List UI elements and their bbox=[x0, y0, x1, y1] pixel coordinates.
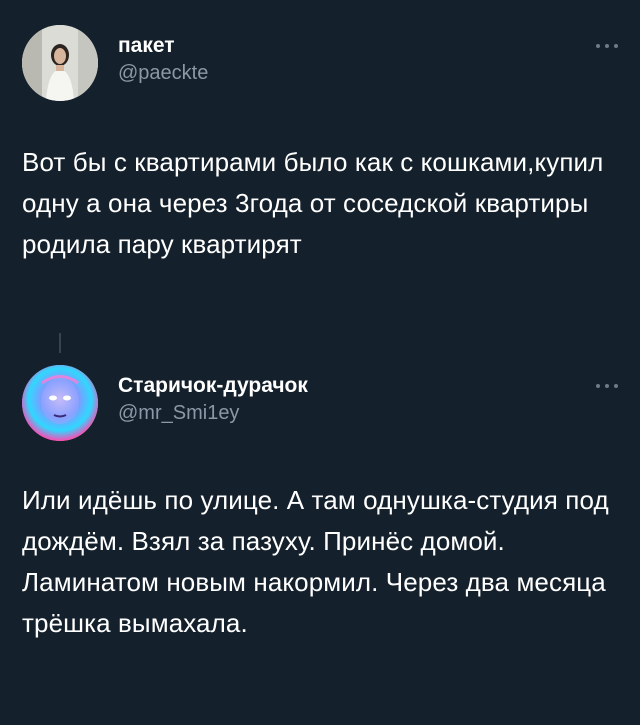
tweet-text: Вот бы с квартирами было как с кошками,к… bbox=[22, 147, 604, 259]
person-photo-avatar-icon bbox=[22, 25, 98, 101]
thread-connector-line bbox=[59, 333, 61, 353]
avatar[interactable] bbox=[22, 365, 98, 441]
ellipsis-icon[interactable] bbox=[596, 42, 618, 50]
ellipsis-icon[interactable] bbox=[596, 382, 618, 390]
tweet-text: Или идёшь по улице. А там однушка-студия… bbox=[22, 485, 609, 638]
display-name[interactable]: Старичок-дурачок bbox=[118, 374, 308, 398]
avatar[interactable] bbox=[22, 25, 98, 101]
user-handle[interactable]: @mr_Smi1ey bbox=[118, 402, 239, 425]
tweet-thread-screen: пакет @paeckte Вот бы с квартирами было … bbox=[0, 0, 640, 725]
display-name[interactable]: пакет bbox=[118, 34, 175, 58]
user-handle[interactable]: @paeckte bbox=[118, 62, 208, 85]
colorful-face-avatar-icon bbox=[22, 365, 98, 441]
